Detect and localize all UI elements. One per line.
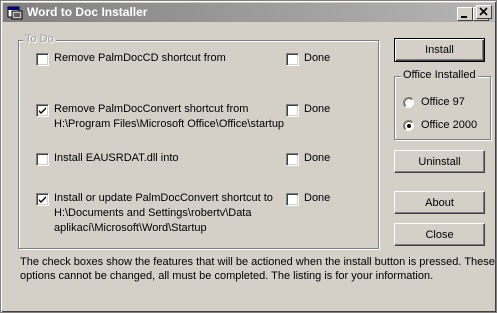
office-installed-legend: Office Installed bbox=[401, 69, 478, 82]
close-icon bbox=[479, 7, 488, 16]
remove-palmdocconvert-checkbox[interactable] bbox=[36, 104, 49, 117]
install-button[interactable]: Install bbox=[394, 38, 485, 62]
checkmark-icon bbox=[39, 196, 46, 203]
app-icon bbox=[7, 6, 23, 20]
remove-palmdoccd-label: Remove PalmDocCD shortcut from bbox=[54, 52, 226, 64]
done-checkbox-3[interactable] bbox=[286, 153, 299, 166]
done-label-3: Done bbox=[304, 152, 331, 164]
done-checkbox-4[interactable] bbox=[286, 193, 299, 206]
remove-palmdoccd-checkbox[interactable] bbox=[36, 53, 49, 66]
install-eausrdat-label: Install EAUSRDAT.dll into bbox=[54, 152, 179, 164]
info-text: The check boxes show the features that w… bbox=[20, 256, 495, 282]
office-97-label: Office 97 bbox=[421, 96, 465, 108]
office-2000-radio[interactable] bbox=[403, 120, 415, 132]
checkmark-icon bbox=[39, 107, 46, 114]
install-palmdocconvert-label: Install or update PalmDocConvert shortcu… bbox=[54, 192, 273, 234]
install-eausrdat-checkbox[interactable] bbox=[36, 153, 49, 166]
title-bar[interactable]: Word to Doc Installer bbox=[3, 3, 494, 22]
uninstall-button[interactable]: Uninstall bbox=[394, 150, 485, 173]
window-title: Word to Doc Installer bbox=[27, 5, 148, 19]
close-window-button[interactable] bbox=[476, 5, 492, 19]
remove-palmdocconvert-label: Remove PalmDocConvert shortcut from H:\P… bbox=[54, 103, 285, 130]
office-97-radio[interactable] bbox=[403, 97, 415, 109]
about-button[interactable]: About bbox=[394, 191, 485, 214]
minimize-icon bbox=[461, 16, 467, 18]
done-label-4: Done bbox=[304, 192, 331, 204]
radio-dot-icon bbox=[407, 124, 411, 128]
office-2000-label: Office 2000 bbox=[421, 119, 478, 131]
install-palmdocconvert-checkbox[interactable] bbox=[36, 193, 49, 206]
done-label-2: Done bbox=[304, 103, 331, 115]
close-button[interactable]: Close bbox=[394, 223, 485, 246]
done-checkbox-1[interactable] bbox=[286, 53, 299, 66]
todo-group-legend: To Do bbox=[23, 33, 56, 46]
installer-window: Word to Doc Installer To Do Remove PalmD… bbox=[0, 0, 497, 313]
done-checkbox-2[interactable] bbox=[286, 104, 299, 117]
minimize-button[interactable] bbox=[457, 7, 473, 21]
done-label-1: Done bbox=[304, 52, 331, 64]
